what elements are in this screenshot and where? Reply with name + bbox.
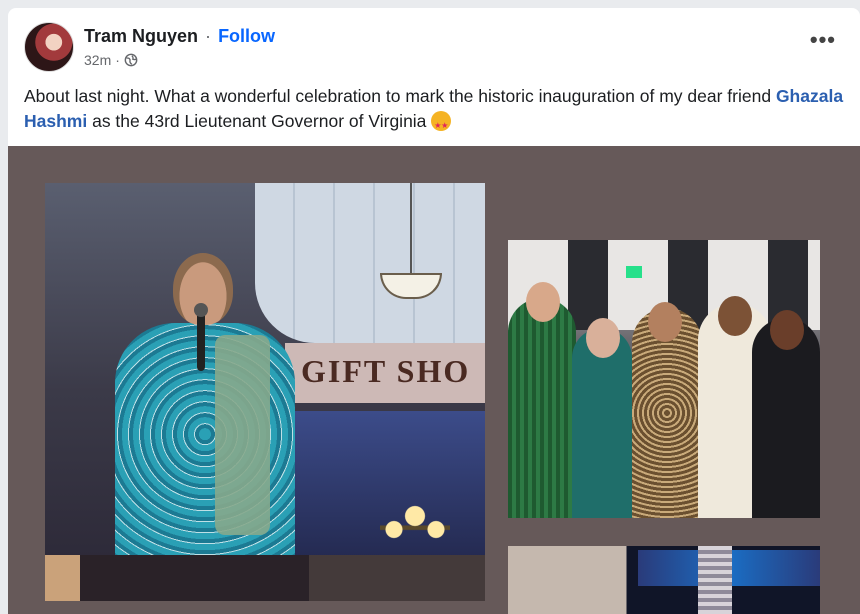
microphone-icon <box>194 303 208 371</box>
meta-separator: · <box>115 52 120 68</box>
audience <box>45 555 485 601</box>
photo-grid: GIFT SHO <box>8 146 860 614</box>
photo-group[interactable] <box>508 240 820 518</box>
name-separator: · <box>205 26 212 46</box>
author-name[interactable]: Tram Nguyen <box>84 26 198 46</box>
more-options-button[interactable]: ••• <box>810 29 836 51</box>
post-meta: 32m · <box>84 52 138 68</box>
author-avatar[interactable] <box>24 22 74 72</box>
singer-figure <box>115 253 295 601</box>
person-green-jacket <box>508 298 576 518</box>
face <box>648 302 682 342</box>
face <box>770 310 804 350</box>
decorated-pillar <box>698 546 732 614</box>
singer-scarf <box>215 335 270 535</box>
post-text: About last night. What a wonderful celeb… <box>24 84 844 138</box>
post-card: Tram Nguyen · Follow 32m · ••• About las… <box>8 8 860 614</box>
author-row: Tram Nguyen · Follow <box>84 26 275 47</box>
face <box>718 296 752 336</box>
follow-button[interactable]: Follow <box>218 26 275 46</box>
star-struck-emoji-icon <box>431 111 452 138</box>
post-text-end: as the 43rd Lieutenant Governor of Virgi… <box>87 111 432 131</box>
face <box>526 282 560 322</box>
exit-sign <box>626 266 642 278</box>
face <box>586 318 620 358</box>
post-text-start: About last night. What a wonderful celeb… <box>24 86 776 106</box>
gift-shop-sign: GIFT SHO <box>285 343 485 403</box>
photo-singer[interactable]: GIFT SHO <box>45 183 485 601</box>
lamp-wire <box>410 183 412 275</box>
post-timestamp[interactable]: 32m <box>84 52 111 68</box>
photo-venue[interactable] <box>508 546 820 614</box>
post-header: Tram Nguyen · Follow 32m · ••• <box>24 22 844 72</box>
globe-icon[interactable] <box>124 53 138 67</box>
